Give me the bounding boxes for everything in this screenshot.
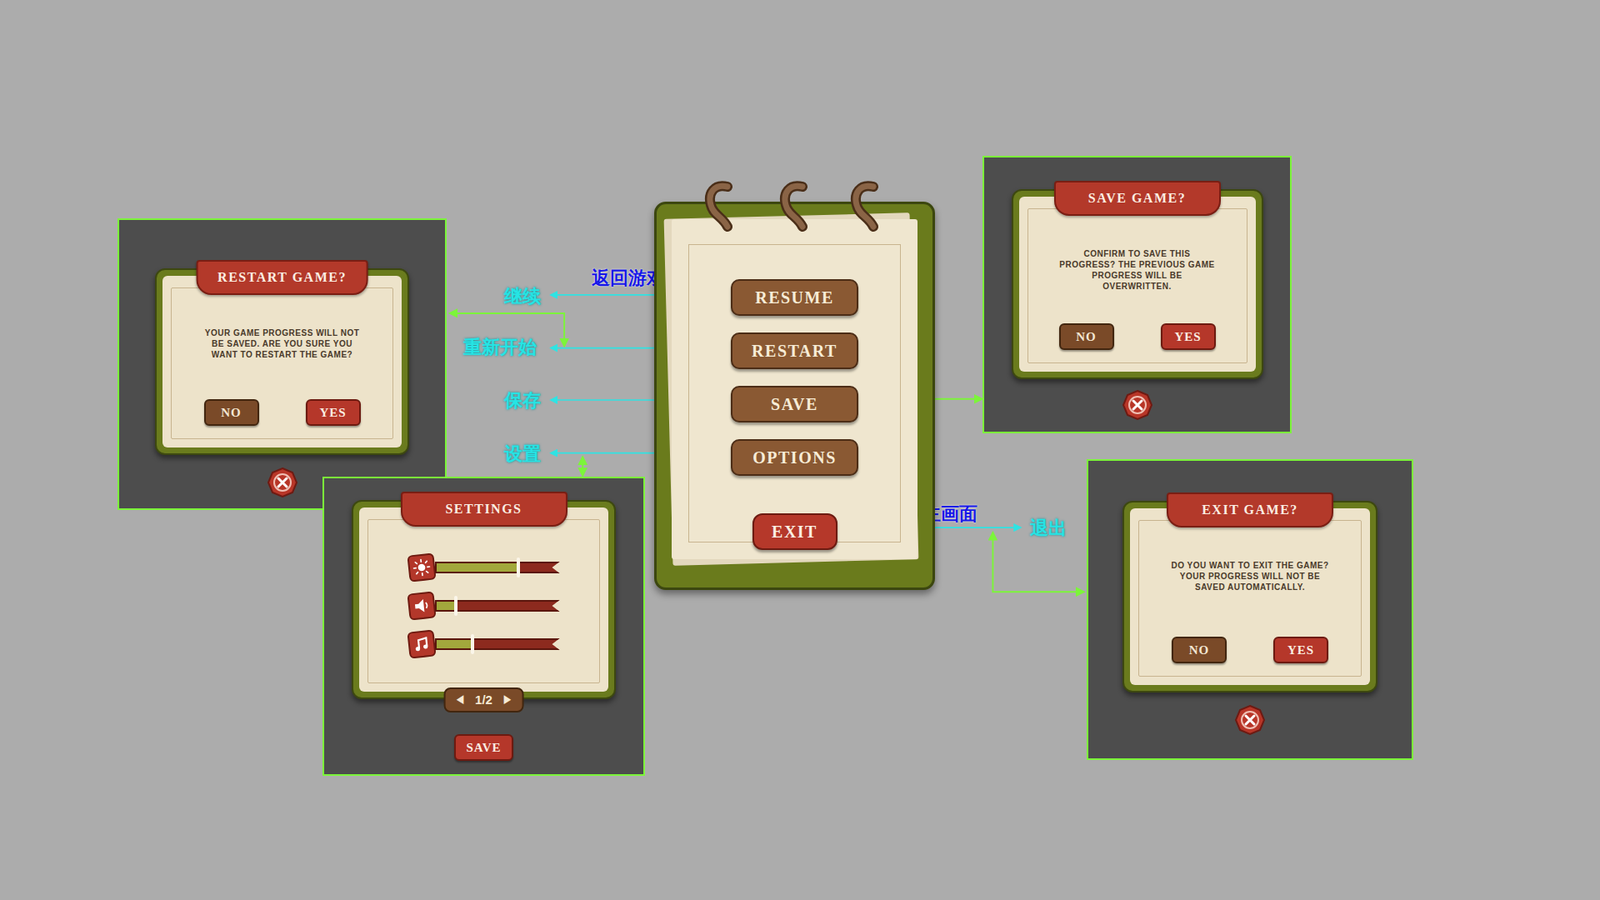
slider-thumb[interactable]	[516, 557, 520, 578]
card-paper: CONFIRM TO SAVE THIS PROGRESS? THE PREVI…	[1019, 196, 1256, 372]
ring-icon	[848, 180, 887, 237]
slider-row	[408, 592, 560, 620]
dialog-title: EXIT GAME?	[1166, 492, 1334, 528]
slider-icon-box	[406, 552, 436, 582]
page-indicator: 1/2	[475, 690, 493, 710]
annotation-label: 设置	[504, 440, 541, 468]
close-button[interactable]	[1121, 389, 1154, 421]
no-button[interactable]: NO	[1059, 323, 1115, 350]
brightness-icon	[409, 555, 434, 580]
pause-menu: RESUME RESTART SAVE OPTIONS EXIT	[654, 201, 935, 590]
dialog-buttons: NO YES	[1171, 636, 1329, 664]
no-button[interactable]: NO	[204, 399, 260, 426]
save-dialog-panel: CONFIRM TO SAVE THIS PROGRESS? THE PREVI…	[982, 155, 1292, 434]
music-icon	[409, 632, 434, 657]
restart-dialog-panel: YOUR GAME PROGRESS WILL NOT BE SAVED. AR…	[117, 218, 447, 510]
menu-button[interactable]: RESUME	[730, 279, 859, 316]
card-paper: YOUR GAME PROGRESS WILL NOT BE SAVED. AR…	[162, 275, 402, 448]
dialog-card: CONFIRM TO SAVE THIS PROGRESS? THE PREVI…	[1011, 189, 1264, 380]
close-icon	[1234, 704, 1266, 736]
prev-page-button[interactable]: ◀	[455, 692, 465, 708]
slider[interactable]	[408, 592, 560, 620]
slider-icon-box	[406, 629, 436, 659]
card-paper: DO YOU WANT TO EXIT THE GAME? YOUR PROGR…	[1130, 508, 1370, 685]
settings-panel: SETTINGS◀1/2▶SAVE	[322, 476, 645, 776]
dialog-title: SAVE GAME?	[1054, 180, 1221, 216]
dialog-title: SETTINGS	[400, 491, 568, 527]
dialog-card: YOUR GAME PROGRESS WILL NOT BE SAVED. AR…	[155, 268, 410, 455]
yes-button[interactable]: YES	[305, 399, 361, 426]
settings-save-button[interactable]: SAVE	[454, 734, 513, 761]
dialog-message: DO YOU WANT TO EXIT THE GAME? YOUR PROGR…	[1170, 560, 1330, 593]
card-paper	[359, 507, 609, 692]
slider-track[interactable]	[435, 600, 560, 612]
dialog-buttons: NO YES	[1059, 323, 1216, 350]
slider-track[interactable]	[435, 561, 560, 574]
diagram-canvas: 返回游戏画面继续重新开始保存设置退回到主画面退出RESUMERESTARTSAV…	[0, 0, 1600, 900]
close-button[interactable]	[1234, 704, 1266, 736]
dialog-message: YOUR GAME PROGRESS WILL NOT BE SAVED. AR…	[203, 327, 362, 360]
slider-list	[408, 554, 560, 658]
slider-thumb[interactable]	[454, 595, 458, 616]
menu-buttons: RESUME RESTART SAVE OPTIONS EXIT	[656, 279, 933, 550]
menu-button[interactable]: OPTIONS	[730, 439, 859, 476]
slider[interactable]	[408, 554, 560, 581]
slider-thumb[interactable]	[470, 634, 475, 655]
slider-fill	[436, 640, 474, 649]
slider-track[interactable]	[435, 638, 560, 650]
annotation-label: 保存	[504, 386, 541, 415]
annotation-label: 退出	[1030, 514, 1067, 542]
menu-button[interactable]: SAVE	[730, 385, 859, 423]
next-page-button[interactable]: ▶	[502, 692, 513, 708]
dialog-message: CONFIRM TO SAVE THIS PROGRESS? THE PREVI…	[1058, 248, 1217, 292]
close-icon	[266, 466, 299, 499]
exit-button[interactable]: EXIT	[752, 513, 838, 550]
slider-row	[408, 630, 560, 658]
yes-button[interactable]: YES	[1160, 323, 1216, 350]
slider-fill	[436, 563, 519, 572]
annotation-label: 重新开始	[463, 333, 537, 361]
no-button[interactable]: NO	[1171, 636, 1227, 664]
annotation-label: 继续	[504, 282, 541, 310]
sound-icon	[409, 594, 434, 619]
slider-icon-box	[406, 590, 436, 620]
slider-row	[408, 554, 560, 581]
ring-icon	[777, 180, 816, 237]
dialog-card: DO YOU WANT TO EXIT THE GAME? YOUR PROGR…	[1122, 500, 1378, 693]
settings-card: SETTINGS◀1/2▶	[351, 500, 616, 700]
slider[interactable]	[408, 630, 560, 658]
dialog-buttons: NO YES	[204, 399, 361, 426]
dialog-title: RESTART GAME?	[195, 260, 369, 295]
yes-button[interactable]: YES	[1273, 636, 1329, 664]
exit-dialog-panel: DO YOU WANT TO EXIT THE GAME? YOUR PROGR…	[1086, 459, 1414, 760]
menu-button[interactable]: RESTART	[730, 332, 859, 370]
close-icon	[1121, 389, 1154, 421]
pager: ◀ 1/2 ▶	[443, 687, 525, 713]
ring-icon	[702, 180, 741, 237]
close-button[interactable]	[266, 466, 299, 499]
